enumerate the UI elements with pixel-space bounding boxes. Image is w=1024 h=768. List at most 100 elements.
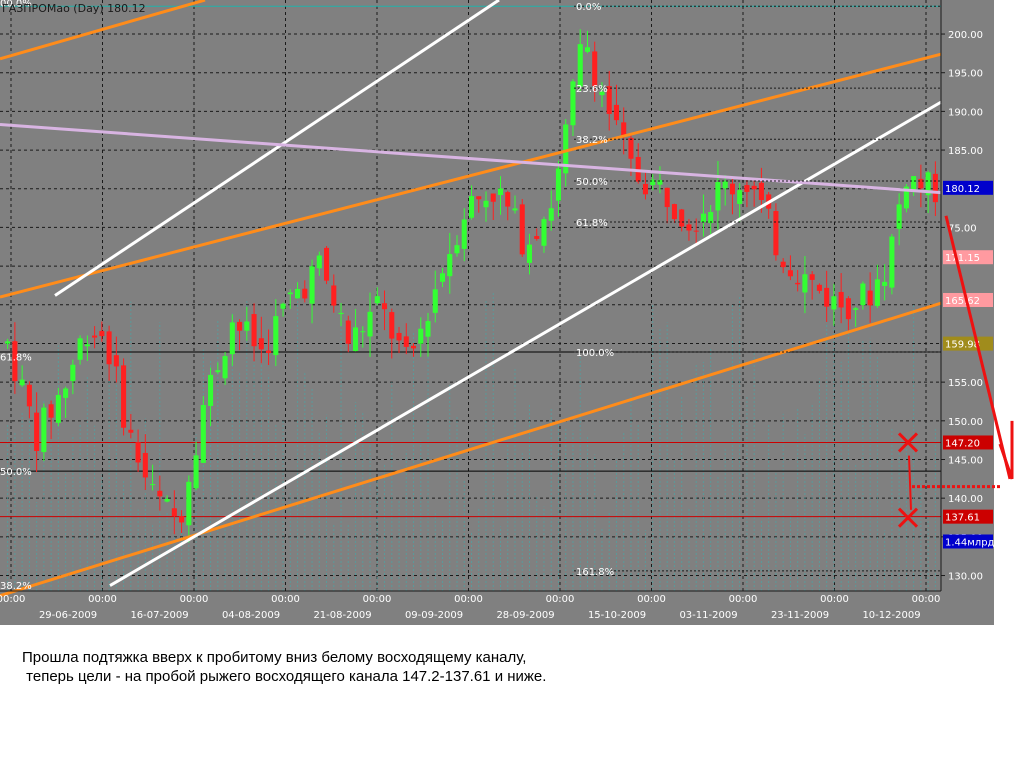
x-time-label: 00:00 (88, 594, 117, 605)
fib-label-left: 61.8% (0, 353, 32, 364)
candle-body (795, 282, 801, 285)
price-label-text: 147.20 (945, 438, 980, 449)
candle-body (287, 292, 293, 295)
candle-body (860, 283, 866, 306)
candle-body (802, 274, 808, 293)
price-label-text: 165.62 (945, 296, 980, 307)
fib-label-left: 50.0% (0, 467, 32, 478)
candle-body (853, 308, 859, 310)
fib-label: 100.0% (576, 348, 614, 359)
candle-body (577, 44, 583, 87)
x-date-label: 28-09-2009 (496, 610, 554, 621)
x-date-label: 04-08-2009 (222, 610, 280, 621)
candle-body (237, 321, 243, 331)
candle-body (468, 196, 475, 218)
candle-body (439, 273, 446, 282)
candle-body (541, 219, 547, 246)
x-time-label: 00:00 (454, 594, 483, 605)
x-time-label: 00:00 (271, 594, 300, 605)
y-tick-label: 150.00 (948, 417, 983, 428)
candle-body (476, 196, 482, 200)
candle-body (331, 285, 337, 306)
price-label-text: 171.15 (945, 253, 980, 264)
candle-body (34, 412, 40, 451)
candle-body (26, 384, 32, 407)
candle-body (722, 181, 728, 189)
candle-body (882, 281, 888, 286)
candle-body (222, 356, 228, 379)
plot-background (0, 0, 994, 625)
x-date-label: 21-08-2009 (313, 610, 371, 621)
fib-label: 61.8% (576, 218, 608, 229)
candle-body (338, 312, 344, 315)
x-date-label: 09-09-2009 (405, 610, 463, 621)
candle-body (403, 336, 409, 347)
candle-body (48, 404, 54, 418)
price-label-text: 137.61 (945, 513, 980, 524)
candle-body (381, 303, 388, 310)
candle-body (55, 395, 61, 423)
candle-body (410, 345, 417, 349)
candle-body (229, 322, 235, 355)
candle-body (70, 364, 76, 382)
candle-body (345, 320, 351, 344)
candle-body (693, 230, 699, 232)
candle-body (737, 190, 743, 204)
candle-body (889, 236, 895, 288)
candle-body (824, 287, 830, 307)
candle-body (389, 312, 395, 339)
candle-body (367, 311, 373, 337)
candle-body (215, 370, 221, 373)
candle-body (302, 288, 308, 299)
candle-body (135, 442, 141, 463)
candle-body (519, 204, 525, 255)
y-tick-label: 195.00 (948, 69, 983, 80)
candle-body (534, 236, 540, 239)
candle-body (490, 193, 496, 202)
candle-body (555, 168, 562, 201)
candle-body (316, 255, 322, 269)
price-label-text: 159.98 (945, 340, 980, 351)
candle-body (186, 481, 192, 526)
candle-body (686, 224, 692, 231)
y-tick-label: 145.00 (948, 455, 983, 466)
y-tick-label: 75.00 (948, 223, 977, 234)
stock-chart: 0.0%23.6%38.2%50.0%61.8%100.0%161.8%00.0… (0, 0, 1014, 625)
fib-label: 0.0% (576, 2, 601, 13)
candle-body (454, 245, 460, 254)
price-label-text: 180.12 (945, 184, 980, 195)
candle-body (526, 244, 533, 263)
fib-label: 23.6% (576, 84, 608, 95)
annotation-line-2: теперь цели - на пробой рыжего восходяще… (22, 668, 547, 685)
candle-body (650, 179, 656, 186)
x-time-label: 00:00 (546, 594, 575, 605)
candle-body (113, 355, 119, 367)
candle-body (418, 328, 424, 344)
candle-body (128, 429, 134, 433)
candle-body (874, 279, 880, 306)
candle-body (5, 341, 11, 344)
fib-label: 38.2% (576, 135, 608, 146)
y-tick-label: 155.00 (948, 378, 983, 389)
candle-body (621, 122, 627, 136)
candle-body (932, 173, 938, 203)
candle-body (809, 274, 815, 280)
candle-body (780, 261, 786, 268)
x-date-label: 03-11-2009 (679, 610, 737, 621)
candle-body (512, 208, 518, 211)
x-time-label: 00:00 (363, 594, 392, 605)
candle-body (84, 344, 90, 347)
candle-body (773, 211, 779, 256)
candle-body (157, 490, 163, 497)
candle-body (374, 296, 380, 304)
candle-body (483, 200, 489, 208)
candle-body (99, 331, 105, 337)
candle-body (280, 303, 286, 309)
candle-body (19, 379, 25, 386)
candle-body (121, 365, 127, 428)
candle-body (613, 104, 619, 121)
candle-body (208, 374, 214, 406)
candle-body (751, 185, 757, 190)
candle-body (679, 209, 685, 227)
candle-body (592, 51, 598, 87)
